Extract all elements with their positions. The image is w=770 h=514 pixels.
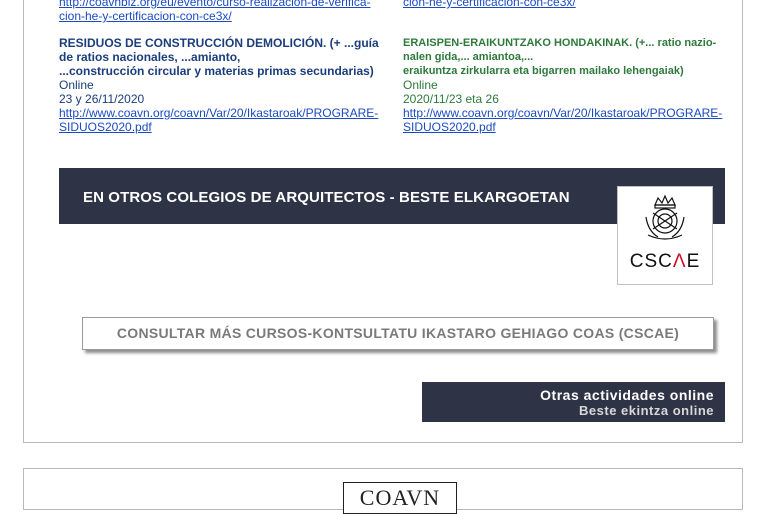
course-title-line: eraikuntza zirkularra eta bigarren maila… bbox=[403, 65, 684, 77]
other-online-activities-button[interactable]: Otras actividades online Beste ekintza o… bbox=[422, 382, 725, 422]
course-title-line: ERAISPEN-ERAIKUNTZAKO HONDAKINAK. (+... … bbox=[403, 37, 717, 49]
consult-more-courses-button[interactable]: CONSULTAR MÁS CURSOS-KONTSULTATU IKASTAR… bbox=[82, 317, 714, 350]
course-residuos-es: RESIDUOS DE CONSTRUCCIÓN DEMOLICIÓN. (+ … bbox=[59, 36, 389, 134]
logo-text-part: E bbox=[686, 251, 701, 272]
course-link-top-left-cont[interactable]: cion-he-y-certificacion-con-ce3x/ bbox=[59, 9, 232, 23]
other-activities-label-es: Otras actividades online bbox=[540, 387, 714, 403]
coavn-logo[interactable]: COAVN bbox=[343, 482, 457, 514]
banner-title: EN OTROS COLEGIOS DE ARQUITECTOS - BESTE… bbox=[83, 189, 570, 206]
course-residuos-eu: ERAISPEN-ERAIKUNTZAKO HONDAKINAK. (+... … bbox=[403, 36, 728, 134]
crown-emblem-icon bbox=[645, 194, 685, 240]
other-activities-label-eu: Beste ekintza online bbox=[579, 403, 714, 418]
cscae-logo[interactable]: CSCΛE bbox=[617, 186, 713, 285]
logo-text-part: CSC bbox=[629, 251, 673, 272]
course-date: 2020/11/23 eta 26 bbox=[403, 92, 499, 106]
course-title-line: RESIDUOS DE CONSTRUCCIÓN DEMOLICIÓN. (+ … bbox=[59, 36, 379, 50]
course-mode: Online bbox=[59, 78, 94, 92]
logo-text-accent: Λ bbox=[672, 251, 687, 272]
cscae-logo-text: CSCΛE bbox=[618, 251, 712, 273]
course-pdf-link-cont[interactable]: SIDUOS2020.pdf bbox=[59, 120, 389, 134]
course-date: 23 y 26/11/2020 bbox=[59, 92, 145, 106]
course-pdf-link[interactable]: http://www.coavn.org/coavn/Var/20/Ikasta… bbox=[59, 106, 389, 120]
course-title-line: nalen gida,... amiantoa,... bbox=[403, 51, 534, 63]
course-pdf-link[interactable]: http://www.coavn.org/coavn/Var/20/Ikasta… bbox=[403, 106, 728, 120]
course-link-top-right[interactable]: cion-he-y-certificacion-con-ce3x/ bbox=[403, 0, 576, 9]
course-pdf-link-cont[interactable]: SIDUOS2020.pdf bbox=[403, 120, 728, 134]
course-link-top-left[interactable]: http://coavnbiz.org/eu/evento/curso-real… bbox=[59, 0, 370, 9]
course-title-line: ...construcción circular y materias prim… bbox=[59, 64, 374, 78]
course-title-line: de ratios nacionales, ...amianto, bbox=[59, 50, 241, 64]
course-mode: Online bbox=[403, 78, 438, 92]
